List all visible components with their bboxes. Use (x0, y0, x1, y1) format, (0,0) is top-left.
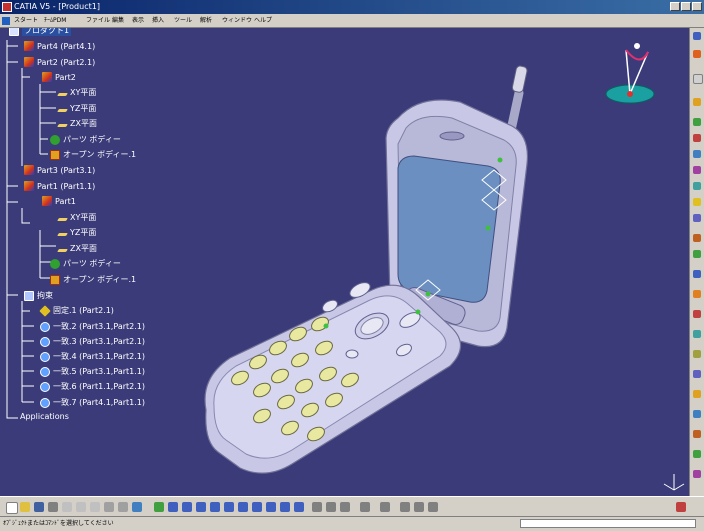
cut-icon[interactable] (62, 502, 72, 512)
menu-file[interactable]: ファイル (86, 14, 110, 28)
fit-all-icon[interactable] (168, 502, 178, 512)
tool-icon[interactable] (693, 214, 701, 222)
menu-insert[interactable]: 挿入 (152, 14, 164, 28)
tool-icon[interactable] (693, 270, 701, 278)
document-icon[interactable] (2, 17, 10, 25)
tool-icon[interactable] (693, 182, 701, 190)
tool-icon[interactable] (693, 290, 701, 298)
rotate-icon[interactable] (196, 502, 206, 512)
tool-icon[interactable] (693, 74, 703, 84)
menu-team-pdm[interactable]: ﾁｰﾑPDM (44, 14, 66, 28)
tool-icon[interactable] (693, 410, 701, 418)
close-button[interactable] (692, 2, 702, 11)
zoom-out-icon[interactable] (224, 502, 234, 512)
section-icon[interactable] (428, 502, 438, 512)
tool-icon[interactable] (693, 430, 701, 438)
window-controls (670, 2, 702, 11)
menu-edit[interactable]: 編集 (112, 14, 124, 28)
swap-space-icon[interactable] (294, 502, 304, 512)
render-style-icon[interactable] (266, 502, 276, 512)
tool-icon[interactable] (693, 118, 701, 126)
tool-icon[interactable] (693, 198, 701, 206)
redo-icon[interactable] (118, 502, 128, 512)
update-icon[interactable] (326, 502, 336, 512)
tool-icon[interactable] (693, 98, 701, 106)
tool-icon[interactable] (693, 470, 701, 478)
menu-window[interactable]: ウィンドウ (222, 14, 252, 28)
help-icon[interactable] (132, 502, 142, 512)
tool-icon[interactable] (693, 250, 701, 258)
fly-mode-icon[interactable] (154, 502, 164, 512)
compass-widget[interactable] (600, 38, 670, 108)
tool-icon[interactable] (693, 166, 701, 174)
tool-icon[interactable] (693, 450, 701, 458)
status-message: ｵﾌﾞｼﾞｪｸﾄまたはｺﾏﾝﾄﾞを選択してください (3, 520, 114, 527)
3d-viewport[interactable]: プロダクト1 Part4 (Part4.1) Part2 (Part2.1) P… (0, 28, 690, 496)
menu-help[interactable]: ヘルプ (254, 14, 272, 28)
axis-triad-icon (663, 474, 685, 491)
tool-icon[interactable] (693, 134, 701, 142)
snap-icon[interactable] (340, 502, 350, 512)
bottom-toolbar (0, 496, 704, 517)
tool-icon[interactable] (693, 330, 701, 338)
command-input[interactable] (520, 519, 696, 528)
phone-model[interactable] (0, 28, 690, 496)
tool-icon[interactable] (693, 310, 701, 318)
measure-icon[interactable] (360, 502, 370, 512)
tool-icon[interactable] (693, 234, 701, 242)
menu-analysis[interactable]: 解析 (200, 14, 212, 28)
new-icon[interactable] (6, 502, 18, 514)
clear-key (345, 349, 359, 359)
save-icon[interactable] (34, 502, 44, 512)
right-toolbar (689, 28, 704, 496)
open-icon[interactable] (20, 502, 30, 512)
undo-icon[interactable] (104, 502, 114, 512)
menu-start[interactable]: スタート (14, 14, 38, 28)
tool-icon[interactable] (693, 350, 701, 358)
print-icon[interactable] (48, 502, 58, 512)
copy-icon[interactable] (76, 502, 86, 512)
tool-icon[interactable] (693, 150, 701, 158)
views-icon[interactable] (252, 502, 262, 512)
menu-bar: スタート ﾁｰﾑPDM ファイル 編集 表示 挿入 ツール 解析 ウィンドウ ヘ… (0, 14, 704, 28)
workbench-icon[interactable] (676, 502, 686, 512)
paste-icon[interactable] (90, 502, 100, 512)
menu-tools[interactable]: ツール (174, 14, 192, 28)
tool-icon[interactable] (693, 50, 701, 58)
tool-icon[interactable] (693, 370, 701, 378)
constraint-icon[interactable] (312, 502, 322, 512)
analysis-icon[interactable] (400, 502, 410, 512)
title-bar: CATIA V5 - [Product1] (0, 0, 704, 14)
pan-icon[interactable] (182, 502, 192, 512)
window-title: CATIA V5 - [Product1] (14, 2, 100, 11)
catalog-icon[interactable] (380, 502, 390, 512)
speaker-icon (439, 131, 465, 141)
tool-icon[interactable] (693, 32, 701, 40)
menu-view[interactable]: 表示 (132, 14, 144, 28)
catia-app-icon[interactable] (2, 2, 12, 12)
normal-view-icon[interactable] (238, 502, 248, 512)
maximize-button[interactable] (681, 2, 691, 11)
tool-icon[interactable] (693, 390, 701, 398)
clash-icon[interactable] (414, 502, 424, 512)
minimize-button[interactable] (670, 2, 680, 11)
zoom-in-icon[interactable] (210, 502, 220, 512)
hide-show-icon[interactable] (280, 502, 290, 512)
status-bar: ｵﾌﾞｼﾞｪｸﾄまたはｺﾏﾝﾄﾞを選択してください (0, 516, 704, 530)
